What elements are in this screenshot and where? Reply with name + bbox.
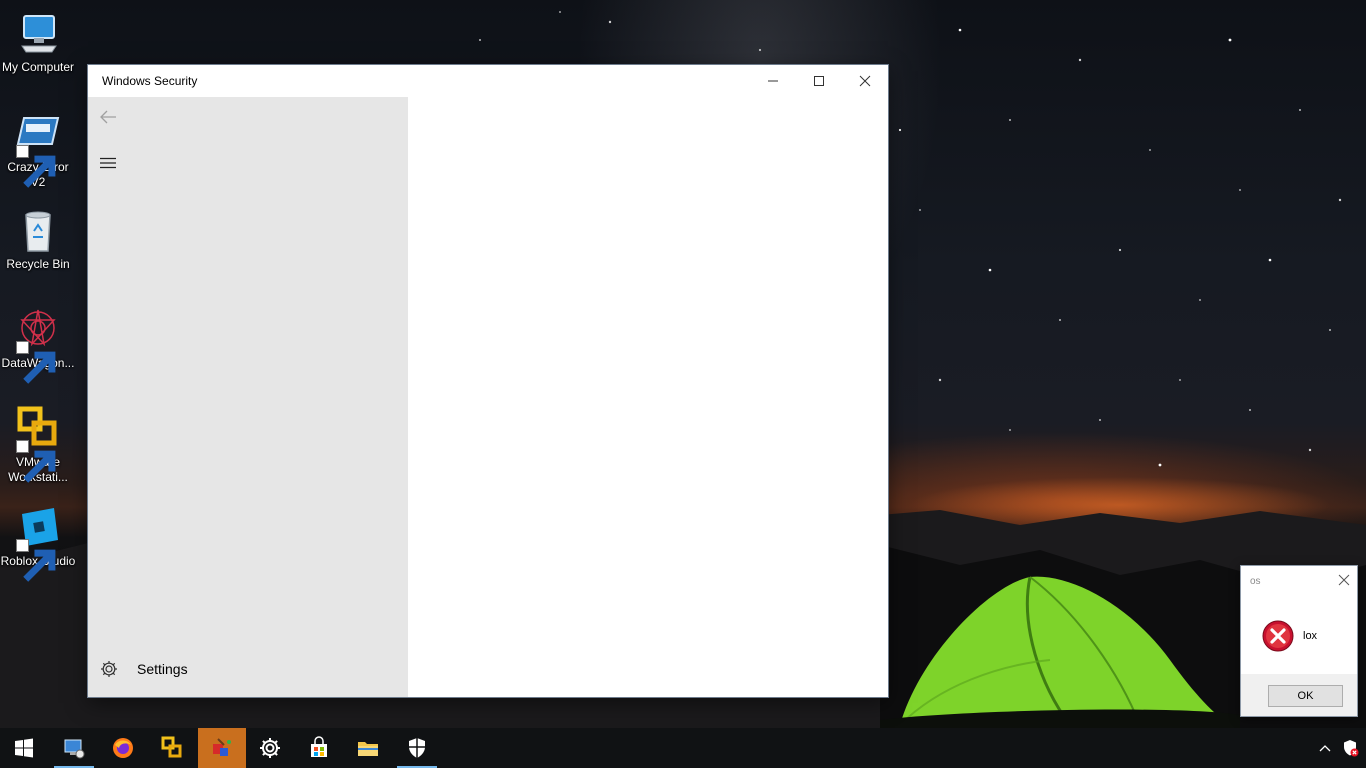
start-button[interactable] [0, 728, 48, 768]
dialog-title: os [1250, 576, 1261, 587]
taskbar-item-vmware[interactable] [148, 728, 196, 768]
taskbar-item-file-explorer[interactable] [344, 728, 392, 768]
maximize-button[interactable] [796, 65, 842, 97]
content-area [408, 97, 888, 697]
menu-button[interactable] [96, 151, 120, 175]
shortcut-arrow-icon [16, 145, 56, 188]
recycle-bin-icon [14, 207, 62, 255]
windows-logo-icon [15, 738, 33, 758]
app-icon [213, 738, 231, 756]
dialog-message: lox [1303, 630, 1318, 642]
desktop-icon-recycle-bin[interactable]: Recycle Bin [0, 207, 76, 272]
shortcut-arrow-icon [16, 539, 56, 582]
shortcut-arrow-icon [16, 341, 56, 384]
windows-security-window: Windows Security Settings [88, 65, 888, 697]
tray-security-button[interactable] [1338, 728, 1362, 768]
shield-icon [409, 738, 425, 758]
shield-warning-icon [1344, 740, 1359, 757]
error-app-icon [14, 110, 62, 188]
taskbar-item-control-panel[interactable] [50, 728, 98, 768]
window-title: Windows Security [102, 74, 198, 88]
gear-icon [260, 738, 280, 758]
sidebar-item-label: Settings [137, 661, 188, 677]
store-icon [311, 736, 327, 757]
taskbar-item-settings[interactable] [246, 728, 294, 768]
folder-icon [358, 742, 378, 756]
navigation-pane: Settings [88, 97, 408, 697]
error-icon [1262, 620, 1294, 652]
datawagon-icon [14, 306, 62, 384]
taskbar-item-app[interactable] [198, 728, 246, 768]
desktop-icon-label: Recycle Bin [6, 257, 70, 271]
green-tent [880, 565, 1240, 730]
vmware-icon [161, 736, 182, 758]
vmware-icon [14, 405, 62, 483]
sidebar-item-settings[interactable]: Settings [88, 653, 408, 685]
close-icon[interactable] [1337, 573, 1351, 587]
desktop-icon-roblox-studio[interactable]: Roblox Studio [0, 504, 76, 582]
back-arrow-icon [100, 110, 116, 124]
close-button[interactable] [842, 65, 888, 97]
desktop-icon-crazy-error[interactable]: Crazy Error V2 [0, 110, 76, 190]
message-box-dialog: os lox OK [1240, 565, 1358, 717]
back-button[interactable] [96, 105, 120, 129]
show-hidden-icons-button[interactable] [1314, 728, 1336, 768]
taskbar-item-store[interactable] [295, 728, 343, 768]
computer-icon [14, 10, 62, 58]
shortcut-arrow-icon [16, 440, 56, 483]
roblox-studio-icon [14, 504, 62, 582]
desktop-icon-vmware[interactable]: VMware Workstati... [0, 405, 76, 485]
desktop-icon-label: My Computer [1, 60, 75, 74]
title-bar[interactable]: Windows Security [88, 65, 888, 97]
firefox-icon [113, 738, 133, 758]
taskbar-item-windows-security[interactable] [393, 728, 441, 768]
hamburger-icon [100, 157, 116, 169]
desktop-icon-datawagon[interactable]: DataWagon... [0, 306, 76, 384]
gear-icon [89, 660, 129, 678]
close-icon [859, 75, 871, 87]
control-panel-icon [64, 739, 85, 759]
minimize-button[interactable] [750, 65, 796, 97]
taskbar-item-firefox[interactable] [99, 728, 147, 768]
dialog-footer: OK [1241, 674, 1357, 716]
minimize-icon [768, 80, 778, 82]
taskbar [0, 728, 1366, 768]
desktop-icon-my-computer[interactable]: My Computer [0, 10, 76, 75]
chevron-up-icon [1319, 745, 1331, 752]
ok-button[interactable]: OK [1268, 685, 1343, 707]
maximize-icon [814, 76, 824, 86]
